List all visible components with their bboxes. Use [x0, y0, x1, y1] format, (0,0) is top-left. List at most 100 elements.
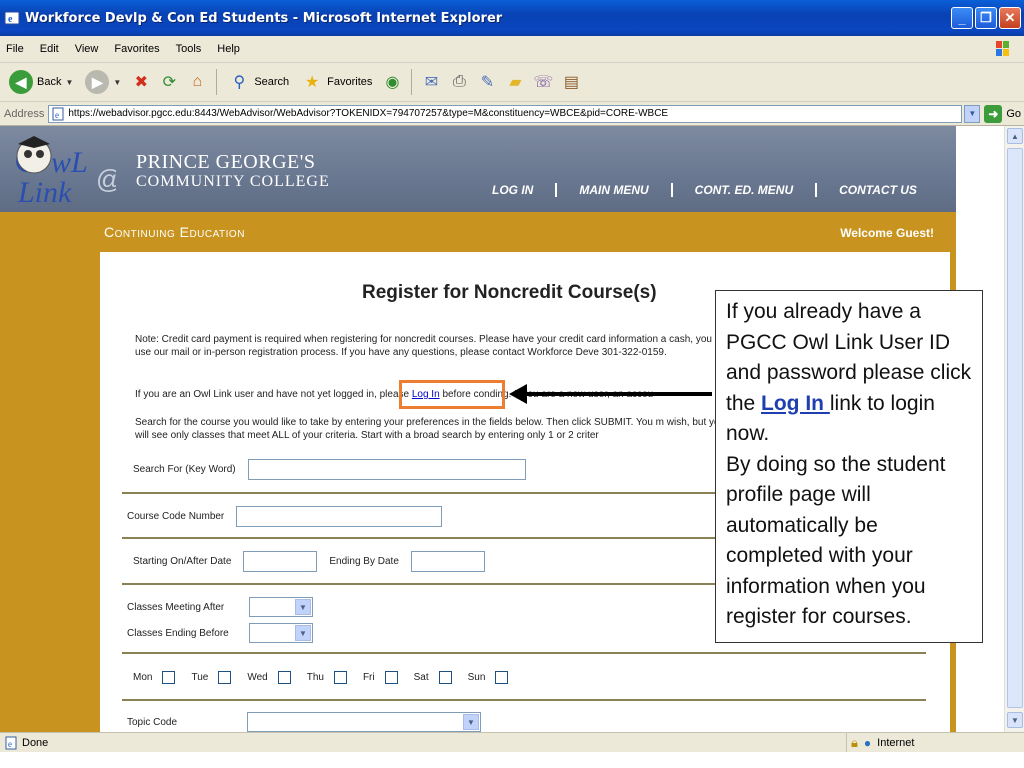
meeting-after-row: Classes Meeting After ▼: [127, 597, 313, 617]
divider: [122, 699, 926, 701]
scroll-down-icon[interactable]: ▼: [1007, 712, 1023, 728]
favorites-label: Favorites: [327, 76, 373, 88]
start-date-label: Starting On/After Date: [133, 556, 232, 567]
home-icon[interactable]: ⌂: [186, 71, 208, 93]
nav-cont-ed-menu[interactable]: Cont. Ed. Menu: [673, 183, 818, 197]
back-button[interactable]: ◀ Back ▼: [6, 68, 76, 96]
messenger-icon[interactable]: ☏: [532, 71, 554, 93]
mail-icon[interactable]: ✉: [420, 71, 442, 93]
day-fri-checkbox[interactable]: [384, 671, 398, 684]
day-mon-checkbox[interactable]: [162, 671, 176, 684]
back-arrow-icon: ◀: [9, 70, 33, 94]
day-wed-checkbox[interactable]: [277, 671, 291, 684]
nav-contact-us[interactable]: Contact Us: [817, 183, 939, 197]
star-icon: ★: [305, 74, 320, 91]
vertical-scrollbar[interactable]: ▲ ▼: [1004, 126, 1024, 732]
page-icon: e: [52, 107, 64, 120]
status-zone: 🔒︎ ● Internet: [846, 733, 914, 753]
search-icon: ⚲: [233, 74, 246, 91]
menu-help[interactable]: Help: [217, 43, 240, 55]
research-icon[interactable]: ▤: [560, 71, 582, 93]
menu-favorites[interactable]: Favorites: [114, 43, 159, 55]
search-for-row: Search For (Key Word): [133, 459, 526, 480]
go-button[interactable]: ➜ Go: [984, 104, 1021, 123]
window-title: Workforce Devlp & Con Ed Students - Micr…: [25, 10, 503, 26]
minimize-button[interactable]: _: [951, 7, 973, 29]
forward-arrow-icon: ▶: [85, 70, 110, 94]
course-code-input[interactable]: [236, 506, 443, 527]
keyword-input[interactable]: [247, 459, 526, 480]
day-tue-label: Tue: [191, 672, 209, 683]
search-instructions: Search for the course you would like to …: [135, 417, 726, 441]
chevron-down-icon: ▼: [113, 77, 122, 87]
scroll-thumb[interactable]: [1007, 148, 1023, 708]
nav-log-in[interactable]: Log In: [470, 183, 558, 197]
print-icon[interactable]: ⎙: [448, 71, 470, 93]
day-sat-label: Sat: [413, 672, 429, 683]
days-row: Mon Tue Wed Thu Fri Sat Sun: [133, 671, 524, 684]
owl-link-logo: O wL Link @: [14, 136, 116, 208]
menu-bar: File Edit View Favorites Tools Help: [0, 36, 1024, 63]
go-arrow-icon: ➜: [984, 104, 1003, 123]
svg-text:@: @: [96, 164, 116, 194]
ending-before-select[interactable]: ▼: [249, 623, 313, 643]
window-title-bar[interactable]: e Workforce Devlp & Con Ed Students - Mi…: [0, 0, 1024, 36]
menu-tools[interactable]: Tools: [176, 43, 202, 55]
chevron-down-icon[interactable]: ▼: [964, 104, 981, 123]
menu-file[interactable]: File: [6, 43, 24, 55]
welcome-message: Welcome Guest!: [840, 226, 934, 240]
search-label: Search: [254, 76, 290, 88]
start-date-input[interactable]: [243, 551, 318, 572]
svg-text:e: e: [55, 110, 59, 120]
address-input[interactable]: e https://webadvisor.pgcc.edu:8443/WebAd…: [48, 104, 963, 123]
day-thu-checkbox[interactable]: [333, 671, 347, 684]
search-button[interactable]: ⚲ Search: [225, 69, 292, 95]
nav-main-menu[interactable]: Main Menu: [557, 183, 673, 197]
close-button[interactable]: ✕: [999, 7, 1021, 29]
zone-label: Internet: [877, 737, 915, 749]
meeting-after-select[interactable]: ▼: [249, 597, 313, 617]
search-for-label: Search For (Key Word): [133, 464, 236, 475]
restore-button[interactable]: ❐: [975, 7, 997, 29]
scroll-up-icon[interactable]: ▲: [1007, 128, 1023, 144]
svg-text:e: e: [8, 739, 12, 749]
left-margin: [0, 252, 100, 732]
stop-icon[interactable]: ✖: [130, 71, 152, 93]
history-icon[interactable]: ◉: [381, 71, 403, 93]
menu-edit[interactable]: Edit: [40, 43, 59, 55]
section-band: Continuing Education Welcome Guest!: [0, 212, 956, 252]
log-in-highlight-box: [399, 380, 505, 409]
day-sun-checkbox[interactable]: [495, 671, 509, 684]
page-title: Register for Noncredit Course(s): [362, 282, 657, 303]
ending-before-row: Classes Ending Before ▼: [127, 623, 313, 643]
callout-text-second: By doing so the student profile page wil…: [726, 452, 946, 629]
edit-icon[interactable]: ✎: [476, 71, 498, 93]
day-mon-label: Mon: [133, 672, 153, 683]
day-tue-checkbox[interactable]: [218, 671, 232, 684]
toolbar: ◀ Back ▼ ▶ ▼ ✖ ⟳ ⌂ ⚲ Search ★ Favorites …: [0, 63, 1024, 102]
topic-code-row: Topic Code ▼: [127, 712, 481, 732]
chevron-down-icon: ▼: [295, 625, 311, 641]
date-row: Starting On/After Date Ending By Date: [133, 551, 485, 572]
bottom-margin: [0, 752, 1024, 768]
refresh-icon[interactable]: ⟳: [158, 71, 180, 93]
instruction-callout: If you already have a PGCC Owl Link User…: [715, 290, 983, 643]
day-wed-label: Wed: [247, 672, 268, 683]
day-fri-label: Fri: [362, 672, 375, 683]
section-title: Continuing Education: [104, 224, 245, 240]
svg-text:Link: Link: [17, 176, 72, 208]
separator: [411, 69, 413, 95]
menu-view[interactable]: View: [75, 43, 99, 55]
college-name-line2: COMMUNITY COLLEGE: [136, 173, 330, 190]
end-date-input[interactable]: [410, 551, 485, 572]
forward-button[interactable]: ▶ ▼: [82, 68, 124, 96]
favorites-button[interactable]: ★ Favorites: [298, 69, 375, 95]
topic-code-select[interactable]: ▼: [247, 712, 481, 732]
site-header: O wL Link @ PRINCE GEORGE'S COMMUNITY CO…: [0, 126, 956, 212]
separator: [216, 69, 218, 95]
folder-icon[interactable]: ▰: [504, 71, 526, 93]
page-done-icon: e: [5, 736, 17, 749]
day-sat-checkbox[interactable]: [438, 671, 452, 684]
globe-icon: ●: [863, 736, 872, 750]
lock-icon: 🔒︎: [851, 735, 858, 750]
